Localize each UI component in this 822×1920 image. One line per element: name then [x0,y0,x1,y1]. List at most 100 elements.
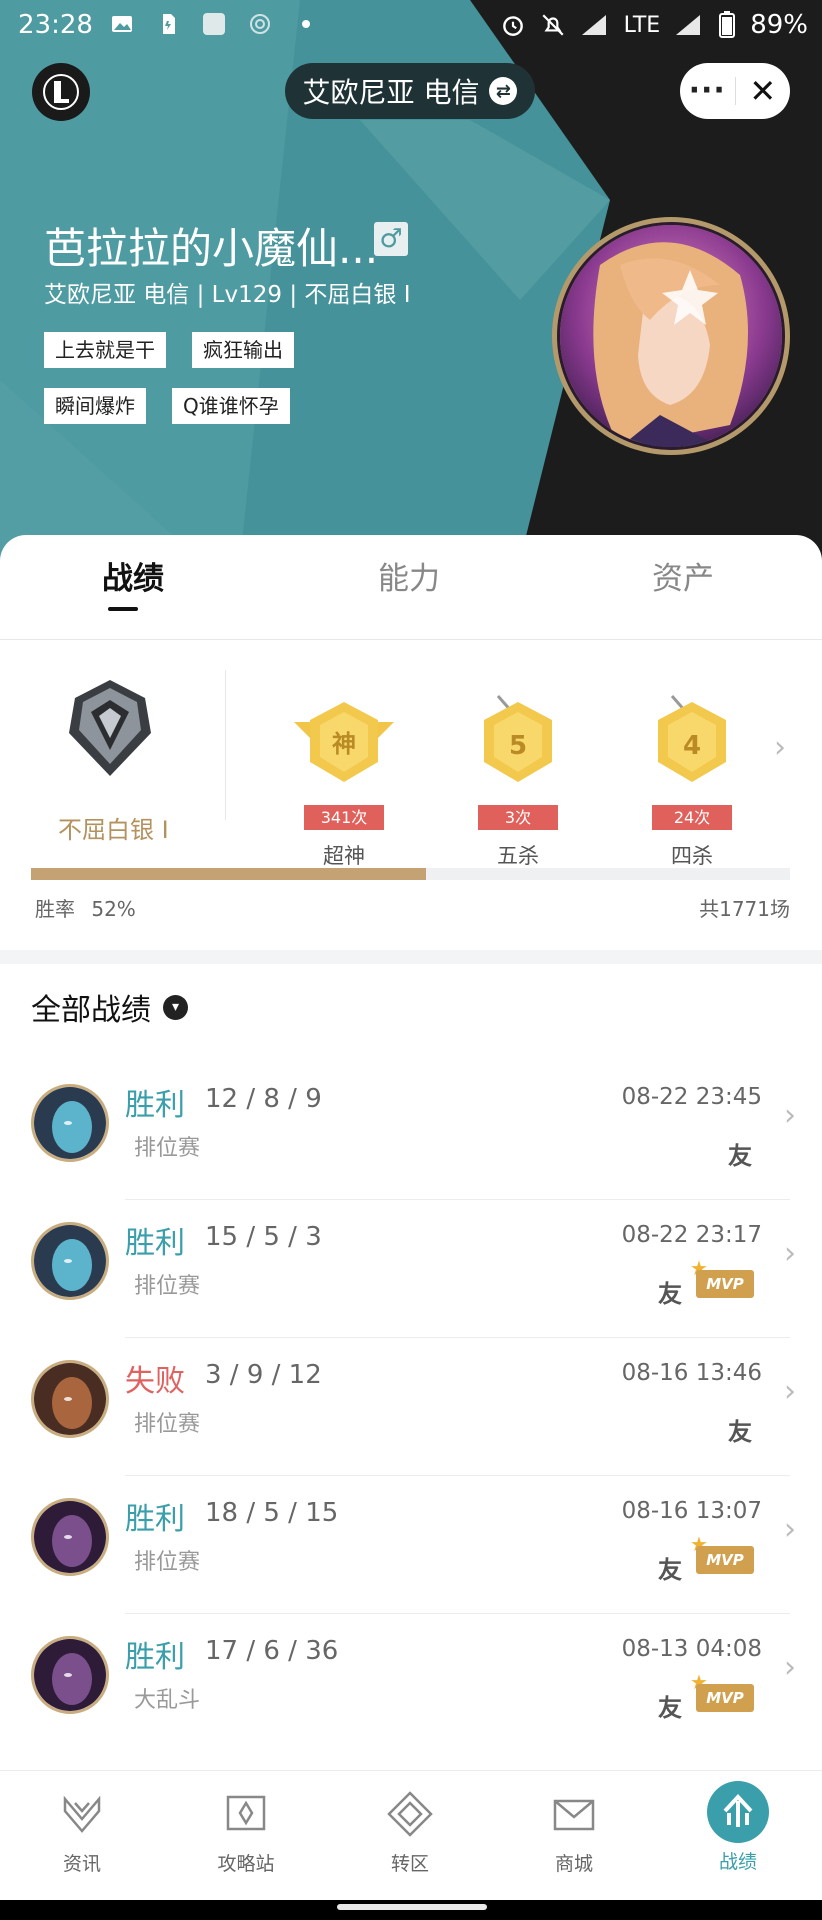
avatar-image [560,225,782,447]
chevron-right-icon: › [784,1512,796,1547]
section-separator [0,950,822,964]
guide-icon [226,1795,266,1831]
signal-icon [581,15,606,35]
match-row[interactable]: 失败 3 / 9 / 12 排位赛 08-16 13:46 友 › [0,1338,822,1476]
alarm-icon [502,16,523,36]
home-indicator[interactable] [337,1904,487,1910]
player-info: 艾欧尼亚 电信 | Lv129 | 不屈白银 I [44,282,411,308]
quadrakill-label: 四杀 [671,844,713,868]
match-row[interactable]: 胜利 17 / 6 / 36 大乱斗 08-13 04:08 友 ★ MVP › [0,1614,822,1752]
swirl-icon [250,14,270,34]
male-icon: ♂ [374,222,408,256]
chevron-right-icon: › [784,1236,796,1271]
tab-bar: 战绩 能力 资产 [0,535,822,640]
server-switch-button[interactable]: 艾欧尼亚 电信 ⇄ [285,63,535,119]
match-row[interactable]: 胜利 18 / 5 / 15 排位赛 08-16 13:07 友 ★ MVP › [0,1476,822,1614]
champion-avatar [31,1084,109,1162]
win-rate-fill [31,868,426,880]
pentakill-label: 五杀 [497,844,539,868]
match-mode: 排位赛 [134,1274,201,1299]
chevron-right-icon[interactable]: › [774,730,786,765]
match-row[interactable]: 胜利 15 / 5 / 3 排位赛 08-22 23:17 友 ★ MVP › [0,1200,822,1338]
player-tag: Q谁谁怀孕 [172,388,290,424]
nav-records[interactable]: 战绩 [678,1781,798,1874]
friend-badge: 友 [658,1556,682,1584]
friend-badge: 友 [658,1280,682,1308]
match-kda: 17 / 6 / 36 [205,1636,339,1666]
friend-badge: 友 [728,1142,752,1170]
player-name: 芭拉拉的小魔仙... [44,224,379,273]
match-kda: 15 / 5 / 3 [205,1222,322,1252]
close-button[interactable]: ✕ [735,72,790,110]
nav-transfer[interactable]: 转区 [350,1789,470,1876]
quadrakill-badge-icon: 4 [658,695,726,782]
tab-ability[interactable]: 能力 [378,553,440,598]
rank-summary: 不屈白银 I 神 341次 超神 5 3次 五杀 4 24次 四杀 › 胜率 5… [0,640,822,950]
match-filter-dropdown[interactable]: 全部战绩 ▾ [31,985,188,1029]
nav-transfer-label: 转区 [390,1853,429,1875]
player-tag: 疯狂输出 [192,332,294,368]
divider [225,670,226,820]
dot-icon [302,20,310,28]
match-time: 08-16 13:07 [621,1498,762,1524]
nav-records-label: 战绩 [718,1851,757,1873]
friend-badge: 友 [728,1418,752,1446]
gallery-icon [112,16,132,32]
player-tag: 上去就是干 [44,332,166,368]
friend-badge: 友 [658,1694,682,1722]
win-rate-label: 胜率 [35,897,75,921]
champion-avatar [31,1360,109,1438]
mvp-badge: MVP [696,1684,754,1712]
match-result: 胜利 [125,1502,185,1537]
player-avatar[interactable] [552,217,790,455]
total-games: 共1771场 [699,897,790,921]
nav-news[interactable]: 资讯 [22,1789,142,1876]
battery-icon [719,11,736,38]
battery-percent: 89% [750,10,808,40]
signal-icon-2 [676,15,701,35]
badge-quadrakill[interactable]: 4 24次 四杀 [632,692,752,868]
nav-news-label: 资讯 [62,1853,101,1875]
match-time: 08-16 13:46 [621,1360,762,1386]
badge-pentakill[interactable]: 5 3次 五杀 [458,692,578,868]
lol-logo-icon[interactable] [32,63,90,121]
quadrakill-count: 24次 [652,805,732,830]
champion-avatar [31,1222,109,1300]
win-rate-value: 52% [91,897,136,921]
server-name: 艾欧尼亚 电信 [302,76,480,109]
chevron-right-icon: › [784,1650,796,1685]
match-row[interactable]: 胜利 12 / 8 / 9 排位赛 08-22 23:45 友 › [0,1062,822,1200]
tab-records[interactable]: 战绩 [102,553,164,598]
chevron-right-icon: › [784,1374,796,1409]
win-rate-bar [31,868,790,880]
more-button[interactable]: ··· [680,63,735,119]
rank-name: 不屈白银 I [58,816,169,844]
news-icon [63,1795,101,1833]
network-label: LTE [623,12,661,38]
legendary-count: 341次 [304,805,384,830]
filter-label: 全部战绩 [31,993,151,1028]
match-kda: 18 / 5 / 15 [205,1498,339,1528]
silver-rank-icon [69,680,151,776]
match-result: 胜利 [125,1226,185,1261]
nav-shop-label: 商城 [554,1853,593,1875]
match-time: 08-22 23:17 [621,1222,762,1248]
shop-icon [553,1799,595,1831]
status-time: 23:28 [18,10,93,40]
profile-header: 23:28 LTE 89% 艾欧尼亚 电信 ⇄ ··· ✕ 芭拉拉的小魔仙...… [0,0,822,560]
miniapp-capsule: ··· ✕ [680,63,790,119]
mvp-badge: MVP [696,1270,754,1298]
tab-assets[interactable]: 资产 [652,553,714,598]
player-tag: 瞬间爆炸 [44,388,146,424]
app-icon [203,13,225,35]
sim-icon [163,14,175,34]
nav-guide[interactable]: 攻略站 [186,1789,306,1876]
mute-icon [542,14,564,36]
nav-shop[interactable]: 商城 [514,1789,634,1876]
champion-avatar [31,1498,109,1576]
badge-legendary[interactable]: 神 341次 超神 [284,692,404,868]
match-result: 胜利 [125,1088,185,1123]
match-mode: 排位赛 [134,1412,201,1437]
svg-text:5: 5 [509,731,527,761]
system-nav-bar [0,1900,822,1920]
